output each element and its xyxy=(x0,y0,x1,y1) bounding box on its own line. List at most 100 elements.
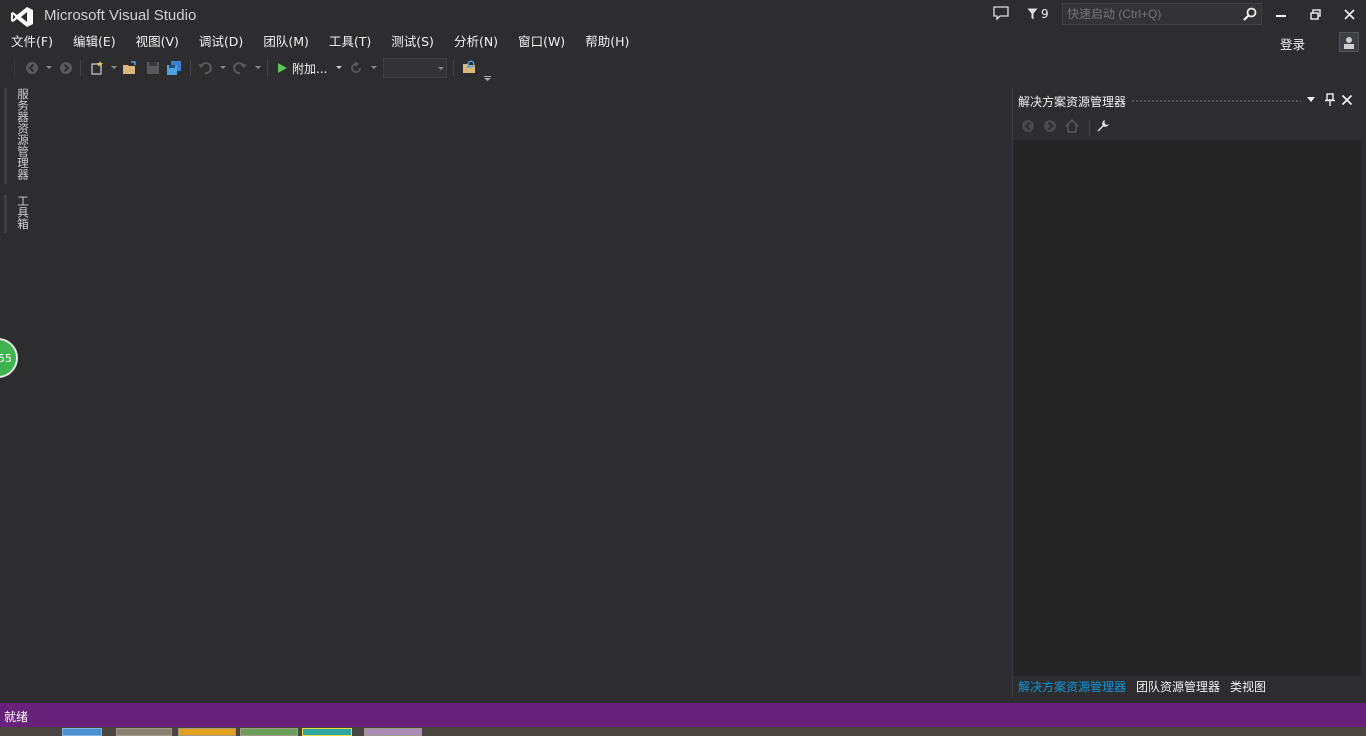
taskbar-app[interactable] xyxy=(364,728,422,736)
taskbar-app[interactable] xyxy=(302,728,352,736)
menu-team[interactable]: 团队(M) xyxy=(253,32,319,52)
title-bar: Microsoft Visual Studio 9 xyxy=(0,0,1366,32)
save-all-icon xyxy=(167,61,181,75)
solution-explorer-header: 解决方案资源管理器 xyxy=(1013,88,1361,112)
redo-icon xyxy=(233,62,247,75)
save-all-button[interactable] xyxy=(165,59,183,77)
home-icon xyxy=(1065,119,1079,133)
redo-dropdown-arrow[interactable] xyxy=(255,66,261,69)
navigate-forward-button[interactable] xyxy=(57,59,75,77)
server-explorer-tab[interactable]: 服务器资源管理器 xyxy=(4,88,31,184)
close-icon xyxy=(1343,8,1355,20)
back-arrow-icon xyxy=(1022,120,1034,132)
back-arrow-icon xyxy=(26,62,38,74)
refresh-icon xyxy=(351,61,361,73)
status-bar: 就绪 xyxy=(0,703,1366,727)
close-button[interactable] xyxy=(1336,4,1362,24)
forward-arrow-icon xyxy=(60,62,72,74)
play-icon xyxy=(278,63,287,73)
save-button[interactable] xyxy=(144,59,162,77)
window-position-dropdown-icon[interactable] xyxy=(1306,94,1316,104)
tab-team-explorer[interactable]: 团队资源管理器 xyxy=(1131,676,1225,698)
restore-icon xyxy=(1309,8,1321,20)
toolbar-options-arrow[interactable] xyxy=(484,70,491,81)
toolbar-separator xyxy=(267,60,268,76)
solution-explorer-panel: 解决方案资源管理器 解决方案资源管理器 团队资源管理器 类视图 xyxy=(1012,88,1361,698)
user-icon xyxy=(1344,37,1354,49)
undo-dropdown-arrow[interactable] xyxy=(220,66,226,69)
panel-drag-grip[interactable] xyxy=(1131,99,1301,103)
menu-edit[interactable]: 编辑(E) xyxy=(63,32,126,52)
menu-view[interactable]: 视图(V) xyxy=(126,32,189,52)
quick-launch-input[interactable] xyxy=(1063,4,1247,24)
minimize-icon xyxy=(1276,15,1286,17)
open-folder-icon xyxy=(123,61,136,74)
se-properties-button[interactable] xyxy=(1094,117,1112,135)
tab-solution-explorer[interactable]: 解决方案资源管理器 xyxy=(1013,676,1131,698)
taskbar-app[interactable] xyxy=(116,728,172,736)
account-icon[interactable] xyxy=(1339,32,1359,52)
menu-help[interactable]: 帮助(H) xyxy=(575,32,639,52)
app-title: Microsoft Visual Studio xyxy=(44,7,197,24)
save-icon xyxy=(147,62,159,74)
tab-class-view[interactable]: 类视图 xyxy=(1225,676,1271,698)
refresh-button[interactable] xyxy=(347,59,365,77)
filter-flag-icon xyxy=(1027,8,1038,20)
back-dropdown-arrow[interactable] xyxy=(46,66,52,69)
menu-file[interactable]: 文件(F) xyxy=(0,32,63,52)
new-project-button[interactable] xyxy=(88,59,106,77)
find-in-files-button[interactable] xyxy=(461,59,479,77)
restore-button[interactable] xyxy=(1302,4,1328,24)
visual-studio-logo-icon xyxy=(11,7,33,27)
chevron-down-icon xyxy=(438,67,444,70)
se-home-button[interactable] xyxy=(1063,117,1081,135)
redo-button[interactable] xyxy=(231,59,249,77)
standard-toolbar: 附加... xyxy=(0,56,1000,81)
taskbar xyxy=(0,727,1366,736)
feedback-icon[interactable] xyxy=(992,5,1010,21)
forward-arrow-icon xyxy=(1044,120,1056,132)
quick-launch[interactable] xyxy=(1062,3,1262,25)
attach-label: 附加... xyxy=(292,61,328,76)
refresh-dropdown-arrow[interactable] xyxy=(371,66,377,69)
floating-badge[interactable]: 55 xyxy=(0,338,18,378)
undo-button[interactable] xyxy=(196,59,214,77)
menu-window[interactable]: 窗口(W) xyxy=(508,32,575,52)
menu-test[interactable]: 测试(S) xyxy=(381,32,444,52)
undo-icon xyxy=(198,62,212,75)
taskbar-app[interactable] xyxy=(240,728,298,736)
menu-debug[interactable]: 调试(D) xyxy=(189,32,253,52)
toolbar-separator xyxy=(190,60,191,76)
pin-icon[interactable] xyxy=(1324,93,1336,107)
attach-button[interactable]: 附加... xyxy=(276,59,327,77)
toolbar-separator xyxy=(1089,120,1090,136)
minimize-button[interactable] xyxy=(1268,4,1294,24)
taskbar-app[interactable] xyxy=(62,728,102,736)
close-icon[interactable] xyxy=(1341,93,1353,107)
menu-bar: 文件(F) 编辑(E) 视图(V) 调试(D) 团队(M) 工具(T) 测试(S… xyxy=(0,32,639,52)
attach-dropdown-arrow[interactable] xyxy=(336,66,342,69)
solution-explorer-title: 解决方案资源管理器 xyxy=(1018,95,1127,109)
signin-link[interactable]: 登录 xyxy=(1280,34,1305,53)
wrench-icon xyxy=(1097,120,1109,132)
find-in-files-icon xyxy=(463,60,475,73)
new-project-dropdown-arrow[interactable] xyxy=(111,66,117,69)
toolbar-grip xyxy=(14,60,15,76)
taskbar-app[interactable] xyxy=(178,728,236,736)
menu-analyze[interactable]: 分析(N) xyxy=(444,32,508,52)
menu-tools[interactable]: 工具(T) xyxy=(319,32,381,52)
navigate-back-button[interactable] xyxy=(23,59,41,77)
se-forward-button[interactable] xyxy=(1041,117,1059,135)
se-back-button[interactable] xyxy=(1019,117,1037,135)
solution-tree[interactable] xyxy=(1013,140,1361,674)
badge-value: 55 xyxy=(0,351,12,365)
search-icon[interactable] xyxy=(1242,6,1258,22)
toolbox-tab[interactable]: 工具箱 xyxy=(4,195,31,233)
solution-configuration-combo[interactable] xyxy=(383,58,447,78)
open-file-button[interactable] xyxy=(121,59,139,77)
notifications-button[interactable]: 9 xyxy=(1027,5,1049,23)
solution-explorer-toolbar xyxy=(1013,112,1361,140)
toolbar-separator xyxy=(80,60,81,76)
status-text: 就绪 xyxy=(4,710,29,724)
solution-explorer-tabs: 解决方案资源管理器 团队资源管理器 类视图 xyxy=(1013,676,1361,698)
